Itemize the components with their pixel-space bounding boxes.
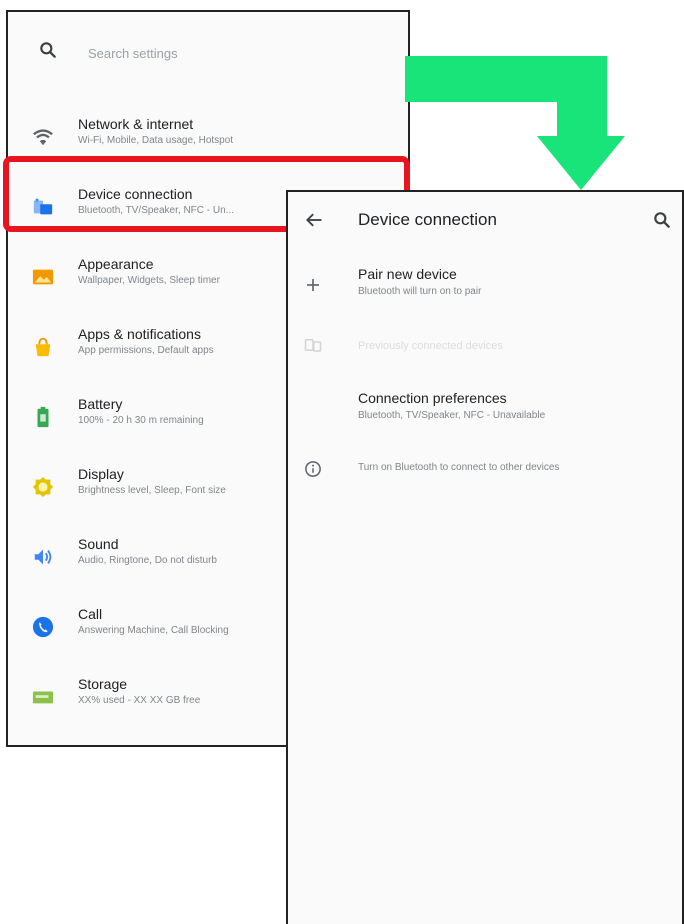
plus-icon — [307, 279, 319, 291]
settings-item-title: Apps & notifications — [78, 326, 201, 342]
display-icon — [32, 476, 54, 498]
settings-item-title: Display — [78, 466, 124, 482]
green-arrow-icon — [405, 56, 625, 190]
page-title: Device connection — [358, 210, 497, 229]
battery-icon — [37, 406, 49, 428]
previously-connected-title: Previously connected devices — [358, 340, 503, 352]
wifi-icon — [33, 129, 53, 146]
bluetooth-info-row: Turn on Bluetooth to connect to other de… — [288, 454, 682, 494]
settings-item-title: Battery — [78, 396, 123, 412]
search-icon — [40, 42, 56, 58]
wallpaper-icon — [32, 269, 54, 285]
devices-icon — [304, 339, 322, 352]
settings-item-title: Sound — [78, 536, 119, 552]
connection-preferences-subtitle: Bluetooth, TV/Speaker, NFC - Unavailable — [358, 410, 546, 421]
settings-item-subtitle: Wi-Fi, Mobile, Data usage, Hotspot — [78, 135, 234, 146]
back-arrow-icon[interactable] — [304, 210, 324, 230]
pair-new-device-subtitle: Bluetooth will turn on to pair — [358, 286, 482, 297]
settings-item-title: Call — [78, 606, 103, 622]
search-icon[interactable] — [652, 210, 672, 230]
settings-item-title: Storage — [78, 676, 128, 692]
previously-connected-item: Previously connected devices — [288, 322, 682, 370]
connection-preferences-item[interactable]: Connection preferences Bluetooth, TV/Spe… — [288, 376, 682, 440]
sound-icon — [34, 549, 52, 565]
pair-new-device-title: Pair new device — [358, 266, 457, 282]
storage-icon — [32, 691, 54, 704]
apps-icon — [35, 337, 51, 357]
settings-item-title: Network & internet — [78, 116, 194, 132]
search-placeholder: Search settings — [88, 46, 178, 61]
pair-new-device-item[interactable]: Pair new device Bluetooth will turn on t… — [288, 252, 682, 316]
search-settings-row[interactable]: Search settings — [8, 12, 408, 92]
call-icon — [32, 616, 54, 638]
bluetooth-info-text: Turn on Bluetooth to connect to other de… — [358, 462, 560, 473]
settings-item-title: Appearance — [78, 256, 154, 272]
connection-preferences-title: Connection preferences — [358, 390, 507, 406]
device-connection-screen: Device connection Pair new device Blueto… — [286, 190, 684, 924]
app-bar: Device connection — [288, 192, 682, 248]
info-icon — [305, 461, 321, 477]
